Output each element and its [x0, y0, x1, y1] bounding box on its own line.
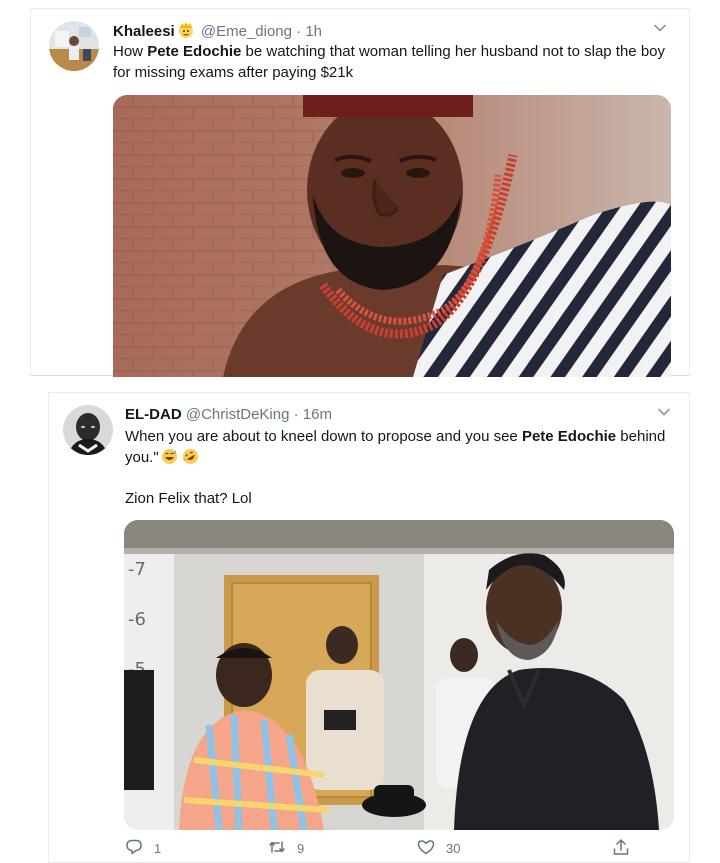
separator: ·: [293, 406, 299, 423]
avatar[interactable]: [63, 405, 113, 455]
author-handle[interactable]: @ChristDeKing: [186, 406, 290, 423]
tweet-text-bold: Pete Edochie: [147, 43, 242, 60]
author-name[interactable]: EL-DAD: [125, 406, 182, 423]
like-count: 30: [446, 840, 461, 856]
tweet-image[interactable]: -7 -6 -5 3: [124, 520, 674, 830]
reply-button[interactable]: 1: [124, 837, 161, 859]
timestamp[interactable]: 16m: [303, 406, 332, 423]
twitter-screenshot: Khaleesi @Eme_diong · 1h How Pete Edochi…: [0, 0, 720, 863]
reply-icon: [124, 837, 144, 860]
tweet-text-line: When you are about to kneel down to prop…: [125, 426, 681, 471]
tweet-text: How Pete Edochie be watching that woman …: [113, 41, 683, 83]
tweet-actions: 1 9 30: [124, 837, 664, 861]
reply-count: 1: [154, 840, 162, 856]
svg-text:-6: -6: [128, 609, 146, 630]
tweet-text: When you are about to kneel down to prop…: [125, 426, 681, 509]
tweet-text-part: How: [113, 43, 148, 60]
like-button[interactable]: 30: [416, 837, 460, 859]
timestamp[interactable]: 1h: [305, 23, 322, 40]
avatar[interactable]: [49, 21, 99, 71]
grinning-sweat-emoji: [161, 448, 178, 471]
separator: ·: [296, 23, 302, 40]
share-button[interactable]: [611, 837, 631, 859]
svg-text:-7: -7: [128, 559, 146, 580]
heart-icon: [416, 837, 436, 860]
chevron-down-icon[interactable]: [655, 403, 673, 421]
author-handle[interactable]: @Eme_diong: [201, 23, 292, 40]
tweet-text-bold: Pete Edochie: [521, 428, 617, 445]
retweet-icon: [267, 837, 287, 860]
chevron-down-icon[interactable]: [651, 19, 669, 37]
tweet-header: EL-DAD @ChristDeKing · 16m: [125, 405, 332, 425]
tweet-card[interactable]: Khaleesi @Eme_diong · 1h How Pete Edochi…: [30, 8, 690, 377]
author-name[interactable]: Khaleesi: [113, 23, 175, 40]
tweet-card[interactable]: EL-DAD @ChristDeKing · 16m When you are …: [48, 392, 690, 863]
tweet-text-line: Zion Felix that? Lol: [125, 490, 252, 507]
retweet-count: 9: [297, 840, 305, 856]
tweet-text-part: When you are about to kneel down to prop…: [125, 428, 522, 445]
retweet-button[interactable]: 9: [267, 837, 304, 859]
rofl-emoji: [182, 448, 199, 471]
share-icon: [611, 837, 631, 860]
tweet-image[interactable]: [113, 95, 671, 377]
